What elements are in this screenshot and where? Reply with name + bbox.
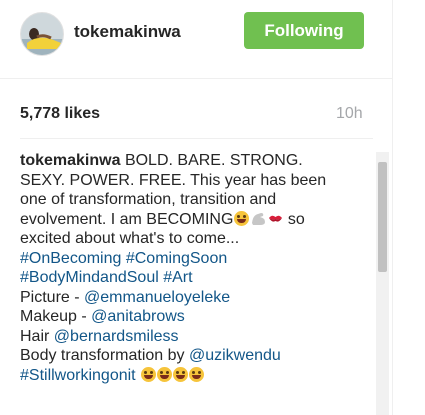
caption-text: Makeup - <box>20 308 87 325</box>
post-panel: tokemakinwa Following 5,778 likes 10h to… <box>0 0 393 415</box>
following-button[interactable]: Following <box>244 12 364 49</box>
post-time[interactable]: 10h <box>336 105 363 123</box>
caption-text: BOLD. BARE. STRONG. <box>124 152 303 169</box>
caption-scrollbar[interactable] <box>376 152 389 415</box>
avatar[interactable] <box>20 12 64 56</box>
caption-line: tokemakinwa BOLD. BARE. STRONG. <box>20 151 372 171</box>
caption-line: #OnBecoming #ComingSoon <box>20 249 372 269</box>
likes-count[interactable]: 5,778 likes <box>20 105 100 123</box>
mention-link[interactable]: @bernardsmiless <box>54 328 179 345</box>
hashtag-link[interactable]: #OnBecoming <box>20 250 121 267</box>
mention-link[interactable]: @anitabrows <box>91 308 185 325</box>
scrollbar-thumb[interactable] <box>378 162 387 272</box>
hashtag-link[interactable]: #Stillworkingonit <box>20 367 136 384</box>
divider <box>20 138 373 139</box>
laughing-face-icon <box>141 366 157 382</box>
hashtag-link[interactable]: #Art <box>163 269 192 286</box>
mention-link[interactable]: @uzikwendu <box>189 347 281 364</box>
caption-line: Hair @bernardsmiless <box>20 327 372 347</box>
face-with-tongue-icon <box>234 210 250 226</box>
caption-line: Makeup - @anitabrows <box>20 307 372 327</box>
caption-line: #BodyMindandSoul #Art <box>20 268 372 288</box>
laughing-face-icon <box>157 366 173 382</box>
username-link[interactable]: tokemakinwa <box>74 22 181 42</box>
caption-text: Body transformation by <box>20 347 185 364</box>
caption-line: #Stillworkingonit <box>20 366 372 386</box>
caption-line: Picture - @emmanueloyeleke <box>20 288 372 308</box>
caption-text: evolvement. I am BECOMING <box>20 210 234 228</box>
caption-text: Picture - <box>20 288 80 306</box>
flexed-biceps-icon <box>250 211 267 226</box>
kiss-mark-icon <box>268 211 283 226</box>
caption-text: SEXY. POWER. FREE. This year has been <box>20 171 327 189</box>
hashtag-link[interactable]: #ComingSoon <box>126 250 227 267</box>
caption-line: Body transformation by @uzikwendu <box>20 346 372 366</box>
caption-text: excited about what's to come... <box>20 230 240 247</box>
caption-username-link[interactable]: tokemakinwa <box>20 152 120 169</box>
caption-text: Hair <box>20 327 50 345</box>
hashtag-link[interactable]: #BodyMindandSoul <box>20 269 159 286</box>
caption: tokemakinwa BOLD. BARE. STRONG. SEXY. PO… <box>20 151 372 385</box>
caption-text: so <box>287 210 305 228</box>
mention-link[interactable]: @emmanueloyeleke <box>84 289 230 306</box>
laughing-face-icon <box>189 366 205 382</box>
post-header: tokemakinwa Following <box>0 0 393 79</box>
caption-text: one of transformation, transition and <box>20 191 277 208</box>
profile-photo-icon <box>21 13 63 55</box>
caption-line: evolvement. I am BECOMING so <box>20 210 372 230</box>
laughing-face-icon <box>173 366 189 382</box>
